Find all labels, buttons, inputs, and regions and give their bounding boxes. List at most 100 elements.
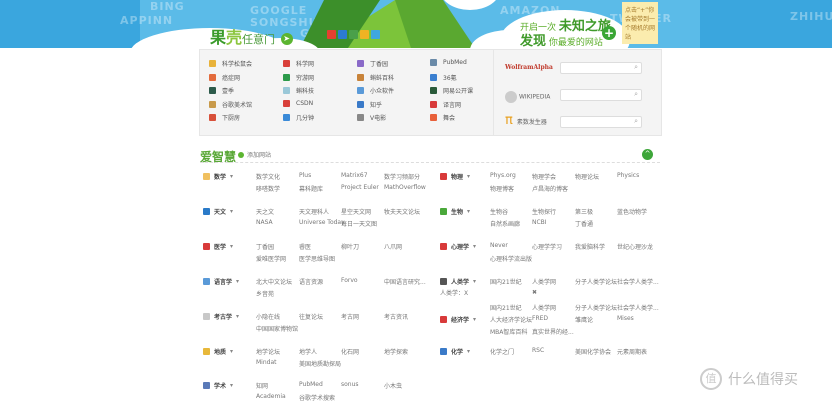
logo[interactable]: 果壳任意门 ➤ bbox=[210, 24, 293, 48]
collapse-button[interactable]: ^ bbox=[642, 149, 653, 160]
site-link[interactable]: 物理博客 bbox=[490, 184, 514, 193]
site-link[interactable]: 八爪网 bbox=[384, 242, 402, 251]
site-link[interactable]: 乡音苑 bbox=[256, 289, 274, 298]
close-icon[interactable]: ✖ bbox=[532, 289, 537, 296]
quick-link[interactable]: 网易公开课 bbox=[430, 86, 473, 95]
site-link[interactable]: 知网 bbox=[256, 381, 268, 390]
quick-link[interactable]: 癌症网 bbox=[209, 73, 240, 82]
site-link[interactable]: 小木虫 bbox=[384, 381, 402, 390]
site-link[interactable]: 丁香通 bbox=[575, 219, 593, 228]
chevron-down-icon[interactable]: ▾ bbox=[230, 382, 233, 389]
site-link[interactable]: NCBI bbox=[532, 219, 547, 226]
chevron-down-icon[interactable]: ▾ bbox=[230, 173, 233, 180]
site-link[interactable]: 蓝色动物学 bbox=[617, 207, 647, 216]
site-link[interactable]: 数学文化 bbox=[256, 172, 280, 181]
site-link[interactable]: FRED bbox=[532, 315, 548, 322]
quick-link[interactable]: 蝌科技 bbox=[283, 86, 314, 95]
site-link[interactable]: 牧夫天文论坛 bbox=[384, 207, 420, 216]
site-link[interactable]: 自然系画廊 bbox=[490, 219, 520, 228]
site-link[interactable]: 社会学人类学... bbox=[617, 277, 659, 286]
site-link[interactable]: MBA智库百科 bbox=[490, 327, 527, 336]
quick-link[interactable]: 壹季 bbox=[209, 86, 234, 95]
site-link[interactable]: 天之文 bbox=[256, 207, 274, 216]
share-icon[interactable] bbox=[360, 30, 369, 39]
site-link[interactable]: 雏鹰论 bbox=[575, 315, 593, 324]
site-link[interactable]: 睿医 bbox=[299, 242, 311, 251]
site-link[interactable]: 柳叶刀 bbox=[341, 242, 359, 251]
site-link[interactable]: 每日一天文图 bbox=[341, 219, 377, 228]
chevron-down-icon[interactable]: ▾ bbox=[473, 278, 476, 285]
site-link[interactable]: 真实世界的经... bbox=[532, 327, 574, 336]
site-link[interactable]: 物理学会 bbox=[532, 172, 556, 181]
site-link[interactable]: 美国地质勘探局 bbox=[299, 359, 341, 368]
site-link[interactable]: Universe Today bbox=[299, 219, 345, 226]
quick-link[interactable]: 几分钟 bbox=[283, 113, 314, 122]
category-right_categories[interactable]: 生物 ▾ bbox=[440, 207, 470, 216]
site-link[interactable]: Phys.org bbox=[490, 172, 516, 179]
quick-link[interactable]: 科学网 bbox=[283, 59, 314, 68]
chevron-down-icon[interactable]: ▾ bbox=[467, 348, 470, 355]
chevron-down-icon[interactable]: ▾ bbox=[236, 313, 239, 320]
quick-link[interactable]: CSDN bbox=[283, 99, 313, 107]
site-link[interactable]: 卢昌海的博客 bbox=[532, 184, 568, 193]
share-icon[interactable] bbox=[327, 30, 336, 39]
site-link[interactable]: 美国化学协会 bbox=[575, 347, 611, 356]
site-link[interactable]: 物理论坛 bbox=[575, 172, 599, 181]
site-link[interactable]: 地学人 bbox=[299, 347, 317, 356]
quick-link[interactable]: 下厨房 bbox=[209, 113, 240, 122]
category-left_categories[interactable]: 天文 ▾ bbox=[203, 207, 233, 216]
search-input[interactable]: ⌕ bbox=[560, 62, 642, 74]
quick-link[interactable]: 丁香园 bbox=[357, 59, 388, 68]
site-link[interactable]: 元素周期表 bbox=[617, 347, 647, 356]
site-link[interactable]: 往复论坛 bbox=[299, 312, 323, 321]
site-link[interactable]: 生物谷 bbox=[490, 207, 508, 216]
site-link[interactable]: 世纪心理沙龙 bbox=[617, 242, 653, 251]
site-link[interactable]: NASA bbox=[256, 219, 273, 226]
chevron-down-icon[interactable]: ▾ bbox=[467, 173, 470, 180]
site-link[interactable]: 社会学人类学... bbox=[617, 303, 659, 312]
chevron-down-icon[interactable]: ▾ bbox=[230, 348, 233, 355]
quick-link[interactable]: PubMed bbox=[430, 59, 467, 66]
category-right_categories[interactable]: 化学 ▾ bbox=[440, 347, 470, 356]
category-left_categories[interactable]: 考古学 ▾ bbox=[203, 312, 239, 321]
category-right_categories[interactable]: 经济学 ▾ bbox=[440, 315, 476, 324]
site-link[interactable]: 化学之门 bbox=[490, 347, 514, 356]
quick-link[interactable]: 舞会 bbox=[430, 113, 455, 122]
door-icon[interactable]: ➤ bbox=[280, 32, 293, 45]
site-link[interactable]: Mindat bbox=[256, 359, 276, 366]
quick-link[interactable]: 蝌蚪百科 bbox=[357, 73, 394, 82]
search-icon[interactable]: ⌕ bbox=[634, 90, 638, 99]
site-link[interactable]: 考古网 bbox=[341, 312, 359, 321]
random-site-button[interactable]: + bbox=[602, 26, 616, 40]
category-right_categories[interactable]: 人类学 ▾ bbox=[440, 277, 476, 286]
category-right_categories[interactable]: 心理学 ▾ bbox=[440, 242, 476, 251]
site-link[interactable]: 人类学网 bbox=[532, 277, 556, 286]
site-link[interactable]: 第三极 bbox=[575, 207, 593, 216]
site-link[interactable]: 生物探行 bbox=[532, 207, 556, 216]
search-input[interactable]: ⌕ bbox=[560, 116, 642, 128]
site-link[interactable]: Never bbox=[490, 242, 508, 249]
site-link[interactable]: 数学习频部分 bbox=[384, 172, 420, 181]
quick-link[interactable]: 科学松鼠会 bbox=[209, 59, 252, 68]
search-icon[interactable]: ⌕ bbox=[634, 117, 638, 126]
site-link[interactable]: 心理学学习 bbox=[532, 242, 562, 251]
site-link[interactable]: 中国国家博物馆 bbox=[256, 324, 298, 333]
share-icon[interactable] bbox=[338, 30, 347, 39]
site-link[interactable]: 小隐在线 bbox=[256, 312, 280, 321]
quick-link[interactable]: V电影 bbox=[357, 113, 386, 122]
quick-link[interactable]: 知乎 bbox=[357, 100, 382, 109]
site-link[interactable]: 人大经济学论坛 bbox=[490, 315, 532, 324]
add-site-button[interactable]: 添加网站 bbox=[238, 150, 271, 159]
quick-link[interactable]: 小众软件 bbox=[357, 86, 394, 95]
category-left_categories[interactable]: 医学 ▾ bbox=[203, 242, 233, 251]
site-link[interactable]: Project Euler bbox=[341, 184, 379, 191]
site-link[interactable]: 幕科题库 bbox=[299, 184, 323, 193]
site-link[interactable]: PubMed bbox=[299, 381, 323, 388]
site-link[interactable]: Academia bbox=[256, 393, 286, 400]
site-link[interactable]: Forvo bbox=[341, 277, 358, 284]
category-left_categories[interactable]: 语言学 ▾ bbox=[203, 277, 239, 286]
site-link[interactable]: 爱唯医学网 bbox=[256, 254, 286, 263]
site-link[interactable]: 我爱脑科学 bbox=[575, 242, 605, 251]
quick-link[interactable]: 译言网 bbox=[430, 100, 461, 109]
category-left_categories[interactable]: 学术 ▾ bbox=[203, 381, 233, 390]
